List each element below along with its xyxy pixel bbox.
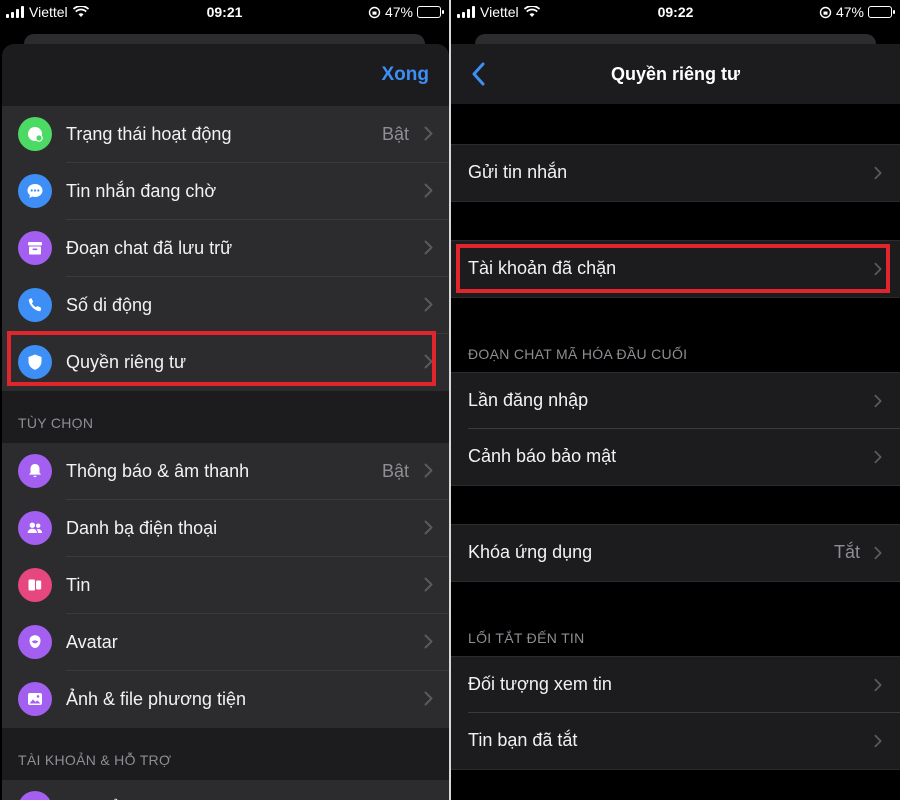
chevron-right-icon <box>874 546 882 560</box>
bell-icon <box>18 454 52 488</box>
row-label: Gửi tin nhắn <box>468 162 568 182</box>
row-label: Danh bạ điện thoại <box>66 518 218 538</box>
stories-group: Đối tượng xem tin Tin bạn đã tắt <box>451 656 900 770</box>
chevron-right-icon <box>424 634 433 649</box>
chevron-right-icon <box>874 678 882 692</box>
row-label: Đối tượng xem tin <box>468 674 612 694</box>
row-label: Khóa ứng dụng <box>468 542 593 562</box>
app-lock-group: Khóa ứng dụng Tắt <box>451 524 900 582</box>
message-requests-icon <box>18 174 52 208</box>
section-title-e2e: ĐOẠN CHAT MÃ HÓA ĐẦU CUỐI <box>468 346 688 362</box>
chevron-right-icon <box>424 520 433 535</box>
battery-percent: 47% <box>384 4 413 20</box>
settings-row[interactable]: Ảnh & file phương tiện <box>2 671 449 728</box>
chevron-right-icon <box>424 691 433 706</box>
row-value: Tắt <box>833 542 860 562</box>
settings-row[interactable]: Trạng thái hoạt động Bật <box>2 106 449 163</box>
chevron-right-icon <box>424 126 433 141</box>
active-status-icon <box>18 117 52 151</box>
section-title-account-support: TÀI KHOẢN & HỖ TRỢ <box>18 752 172 768</box>
avatar-icon <box>18 625 52 659</box>
row-value: Bật <box>381 124 409 144</box>
row-send-messages[interactable]: Gửi tin nhắn <box>451 145 900 201</box>
row-label: Avatar <box>66 632 118 652</box>
page-title: Quyền riêng tư <box>610 64 741 84</box>
row-logins[interactable]: Lần đăng nhập <box>451 373 900 429</box>
done-button[interactable]: Xong <box>382 64 430 86</box>
status-bar: Viettel 09:21 47% <box>0 0 449 26</box>
e2e-group: Lần đăng nhập Cảnh báo bảo mật <box>451 372 900 486</box>
archive-icon <box>18 231 52 265</box>
settings-row[interactable]: Tin <box>2 557 449 614</box>
settings-row[interactable]: Tin nhắn đang chờ <box>2 163 449 220</box>
row-label: Tin <box>66 575 91 595</box>
switch-account-icon <box>18 791 52 800</box>
chevron-right-icon <box>874 734 882 748</box>
account-group: Chuyển tài khoản <box>2 780 449 800</box>
row-muted-stories[interactable]: Tin bạn đã tắt <box>451 713 900 769</box>
battery-percent: 47% <box>835 4 864 20</box>
row-app-lock[interactable]: Khóa ứng dụng Tắt <box>451 525 900 581</box>
chevron-right-icon <box>874 394 882 408</box>
row-label: Lần đăng nhập <box>468 390 589 410</box>
settings-row[interactable]: Số di động <box>2 277 449 334</box>
chevron-right-icon <box>874 450 882 464</box>
right-screen: Viettel 09:22 47% Quyền riêng tư Gửi tin… <box>451 0 900 800</box>
chevron-right-icon <box>424 240 433 255</box>
send-messages-group: Gửi tin nhắn <box>451 144 900 202</box>
highlight-box-blocked <box>456 244 890 293</box>
settings-row[interactable]: Thông báo & âm thanh Bật <box>2 443 449 500</box>
row-value: Bật <box>381 461 409 481</box>
phone-icon <box>18 288 52 322</box>
row-label: Tin nhắn đang chờ <box>66 181 217 201</box>
rotation-lock-icon <box>819 6 832 18</box>
row-label: Ảnh & file phương tiện <box>66 689 246 709</box>
privacy-page: Gửi tin nhắn Tài khoản đã chặn ĐOẠN CHAT… <box>451 104 900 800</box>
battery-icon <box>417 6 444 18</box>
row-story-audience[interactable]: Đối tượng xem tin <box>451 657 900 713</box>
row-label: Số di động <box>66 295 153 315</box>
chevron-right-icon <box>424 183 433 198</box>
row-label: Thông báo & âm thanh <box>66 461 250 481</box>
row-label: Đoạn chat đã lưu trữ <box>66 238 233 258</box>
settings-row[interactable]: Avatar <box>2 614 449 671</box>
options-group: Thông báo & âm thanh Bật Danh bạ điện thoạ… <box>2 443 449 728</box>
rotation-lock-icon <box>368 6 381 18</box>
sheet-header: Xong <box>2 44 449 106</box>
status-bar: Viettel 09:22 47% <box>451 0 900 26</box>
row-security-alerts[interactable]: Cảnh báo bảo mật <box>451 429 900 485</box>
row-label: Tin bạn đã tắt <box>468 730 578 750</box>
settings-row[interactable]: Đoạn chat đã lưu trữ <box>2 220 449 277</box>
stories-icon <box>18 568 52 602</box>
chevron-right-icon <box>424 463 433 478</box>
row-label: Trạng thái hoạt động <box>66 124 232 144</box>
settings-row[interactable]: Danh bạ điện thoại <box>2 500 449 557</box>
nav-bar: Quyền riêng tư <box>451 44 900 104</box>
photo-icon <box>18 682 52 716</box>
row-label: Cảnh báo bảo mật <box>468 446 617 466</box>
highlight-box-privacy <box>7 331 436 386</box>
section-title-options: TÙY CHỌN <box>18 415 94 431</box>
left-screen: Viettel 09:21 47% Xong Trạng thái hoạt đ… <box>0 0 449 800</box>
chevron-right-icon <box>424 577 433 592</box>
contacts-icon <box>18 511 52 545</box>
section-title-stories: LỐI TẮT ĐẾN TIN <box>468 630 585 646</box>
settings-row[interactable]: Chuyển tài khoản <box>2 780 449 800</box>
preferences-sheet: Xong Trạng thái hoạt động Bật Tin nhắn đan… <box>2 44 449 800</box>
battery-icon <box>868 6 895 18</box>
chevron-right-icon <box>424 297 433 312</box>
chevron-right-icon <box>874 166 882 180</box>
